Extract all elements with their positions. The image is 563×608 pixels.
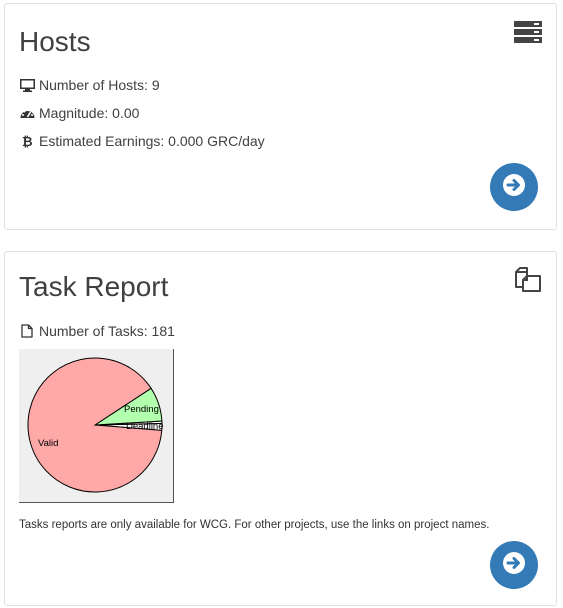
number-of-hosts: Number of Hosts: 9	[19, 77, 160, 93]
svg-text:₿: ₿	[22, 135, 33, 148]
bitcoin-icon: ₿	[19, 134, 35, 148]
desktop-icon	[19, 78, 35, 92]
hosts-title: Hosts	[19, 26, 91, 57]
pie-label-pending: Pending	[124, 404, 159, 415]
magnitude: Magnitude: 0.00	[19, 105, 139, 121]
arrow-right-icon	[502, 173, 526, 202]
estimated-earnings-text: Estimated Earnings: 0.000 GRC/day	[39, 133, 265, 149]
file-icon	[19, 324, 35, 338]
number-of-tasks: Number of Tasks: 181	[19, 323, 175, 339]
number-of-tasks-text: Number of Tasks: 181	[39, 323, 175, 339]
task-report-note: Tasks reports are only available for WCG…	[19, 519, 490, 531]
pie-label-deadline: Deadline	[126, 421, 164, 432]
estimated-earnings: ₿ Estimated Earnings: 0.000 GRC/day	[19, 133, 265, 149]
task-pie-chart: Valid Pending Deadline	[19, 349, 174, 503]
hosts-panel: Hosts Number of Hosts: 9 Magnitude: 0.00…	[4, 3, 557, 230]
pie-label-valid: Valid	[38, 438, 58, 449]
number-of-hosts-text: Number of Hosts: 9	[39, 77, 160, 93]
server-stack-icon	[514, 21, 542, 48]
arrow-right-icon	[502, 551, 526, 580]
pie-svg: Valid Pending Deadline	[27, 357, 164, 493]
dashboard-icon	[19, 107, 35, 120]
copy-files-icon	[514, 266, 542, 297]
task-report-go-button[interactable]	[490, 541, 538, 589]
hosts-go-button[interactable]	[490, 163, 538, 211]
magnitude-text: Magnitude: 0.00	[39, 105, 140, 121]
task-report-title: Task Report	[19, 271, 169, 302]
task-report-panel: Task Report Number of Tasks: 181 Valid Pe…	[4, 251, 557, 606]
